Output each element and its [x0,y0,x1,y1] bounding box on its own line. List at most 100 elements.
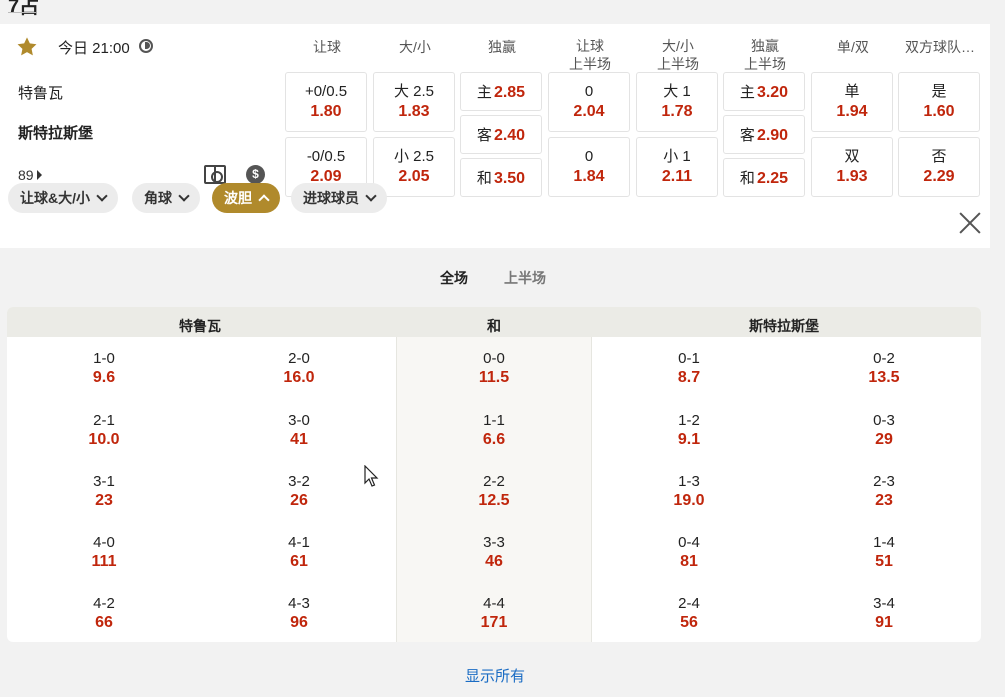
more-markets-link[interactable]: 89 [18,167,42,183]
tab-first-half[interactable]: 上半场 [504,268,546,288]
odds-value: 3.50 [493,170,526,187]
favorite-star-icon[interactable] [16,36,38,58]
odds-value: 2.11 [661,168,693,185]
score-odds: 41 [290,431,308,448]
odds-label: 0 [584,83,594,100]
moneyline-odds-0[interactable]: 主 2.85 [460,72,542,111]
close-icon[interactable] [958,211,982,235]
score-cell-away-a-3[interactable]: 0-4 81 [629,534,749,572]
score-odds: 81 [680,553,698,570]
filter-chip-3[interactable]: 进球球员 [291,183,387,213]
odds-value: 1.80 [310,103,342,120]
score-cell-away-a-4[interactable]: 2-4 56 [629,595,749,633]
score-cell-home-b-1[interactable]: 3-0 41 [239,412,359,450]
odds-value: 1.84 [573,168,605,185]
score-cell-away-b-0[interactable]: 0-2 13.5 [824,350,944,388]
handicap-half-odds-0[interactable]: 0 2.04 [548,72,630,132]
btts-odds-1[interactable]: 否 2.29 [898,137,980,197]
scrollbar[interactable] [990,0,1005,697]
over-under-odds-1[interactable]: 小 2.5 2.05 [373,137,455,197]
handicap-odds-0[interactable]: +0/0.5 1.80 [285,72,367,132]
filter-chip-label: 让球&大/小 [20,190,90,206]
score-odds: 171 [480,614,508,631]
handicap-half-odds-1[interactable]: 0 1.84 [548,137,630,197]
over-under-odds-0[interactable]: 大 2.5 1.83 [373,72,455,132]
odds-label: 0 [584,148,594,165]
home-column-header: 特鲁瓦 [179,318,221,334]
score-cell-away-a-2[interactable]: 1-3 19.0 [629,473,749,511]
odds-label: 客 [476,127,492,144]
score-cell-draw-3[interactable]: 3-3 46 [434,534,554,572]
score-label: 0-0 [483,350,505,367]
away-team-name[interactable]: 斯特拉斯堡 [18,122,93,143]
moneyline-half-odds-1[interactable]: 客 2.90 [723,115,805,154]
filter-chip-1[interactable]: 角球 [132,183,200,213]
score-cell-away-b-1[interactable]: 0-3 29 [824,412,944,450]
score-cell-away-b-4[interactable]: 3-4 91 [824,595,944,633]
score-cell-home-a-0[interactable]: 1-0 9.6 [44,350,164,388]
odds-value: 2.04 [573,103,605,120]
btts-odds-0[interactable]: 是 1.60 [898,72,980,132]
score-cell-home-b-4[interactable]: 4-3 96 [239,595,359,633]
score-cell-home-b-0[interactable]: 2-0 16.0 [239,350,359,388]
score-cell-away-a-1[interactable]: 1-2 9.1 [629,412,749,450]
score-label: 2-0 [288,350,310,367]
home-team-name[interactable]: 特鲁瓦 [18,82,63,103]
odds-label: 小 1 [663,148,691,165]
odds-label: 双 [844,148,860,165]
score-odds: 23 [95,492,113,509]
score-cell-away-b-2[interactable]: 2-3 23 [824,473,944,511]
odds-label: 单 [844,83,860,100]
score-label: 2-2 [483,473,505,490]
moneyline-odds-2[interactable]: 和 3.50 [460,158,542,197]
score-cell-home-a-3[interactable]: 4-0 111 [44,534,164,572]
score-label: 4-0 [93,534,115,551]
score-cell-draw-1[interactable]: 1-1 6.6 [434,412,554,450]
score-odds: 10.0 [88,431,120,448]
score-label: 1-4 [873,534,895,551]
score-cell-draw-2[interactable]: 2-2 12.5 [434,473,554,511]
ou-half-odds-0[interactable]: 大 1 1.78 [636,72,718,132]
cashout-dollar-icon[interactable]: $ [246,165,265,184]
show-all-link[interactable]: 显示所有 [0,665,990,686]
market-header-5: 独赢 上半场 [744,38,786,72]
moneyline-half-odds-0[interactable]: 主 3.20 [723,72,805,111]
score-label: 4-1 [288,534,310,551]
score-cell-home-a-2[interactable]: 3-1 23 [44,473,164,511]
score-label: 2-4 [678,595,700,612]
tab-full-time[interactable]: 全场 [440,268,468,288]
pitch-stats-icon[interactable] [204,165,226,184]
odds-value: 2.90 [756,127,789,144]
ou-half-odds-1[interactable]: 小 1 2.11 [636,137,718,197]
odds-label: 大 1 [663,83,691,100]
score-odds: 19.0 [673,492,705,509]
odd-even-odds-1[interactable]: 双 1.93 [811,137,893,197]
score-cell-home-b-2[interactable]: 3-2 26 [239,473,359,511]
score-label: 3-4 [873,595,895,612]
filter-chip-2[interactable]: 波胆 [212,183,280,213]
score-cell-home-a-1[interactable]: 2-1 10.0 [44,412,164,450]
score-label: 3-2 [288,473,310,490]
odd-even-odds-0[interactable]: 单 1.94 [811,72,893,132]
score-cell-home-b-3[interactable]: 4-1 61 [239,534,359,572]
score-cell-home-a-4[interactable]: 4-2 66 [44,595,164,633]
odds-label: 否 [931,148,947,165]
filter-chip-0[interactable]: 让球&大/小 [8,183,118,213]
score-odds: 9.6 [92,369,116,386]
score-cell-away-a-0[interactable]: 0-1 8.7 [629,350,749,388]
market-header-1: 大/小 [399,39,431,55]
moneyline-half-odds-2[interactable]: 和 2.25 [723,158,805,197]
odds-value: 1.78 [661,103,693,120]
moneyline-odds-1[interactable]: 客 2.40 [460,115,542,154]
score-odds: 29 [875,431,893,448]
chevron-down-icon [365,190,377,202]
score-cell-away-b-3[interactable]: 1-4 51 [824,534,944,572]
mouse-cursor-icon [364,465,379,487]
market-header-6: 单/双 [837,39,869,55]
score-cell-draw-0[interactable]: 0-0 11.5 [434,350,554,388]
odds-value: 1.83 [398,103,430,120]
score-label: 1-3 [678,473,700,490]
odds-value: 2.85 [493,84,526,101]
score-label: 4-3 [288,595,310,612]
score-cell-draw-4[interactable]: 4-4 171 [434,595,554,633]
